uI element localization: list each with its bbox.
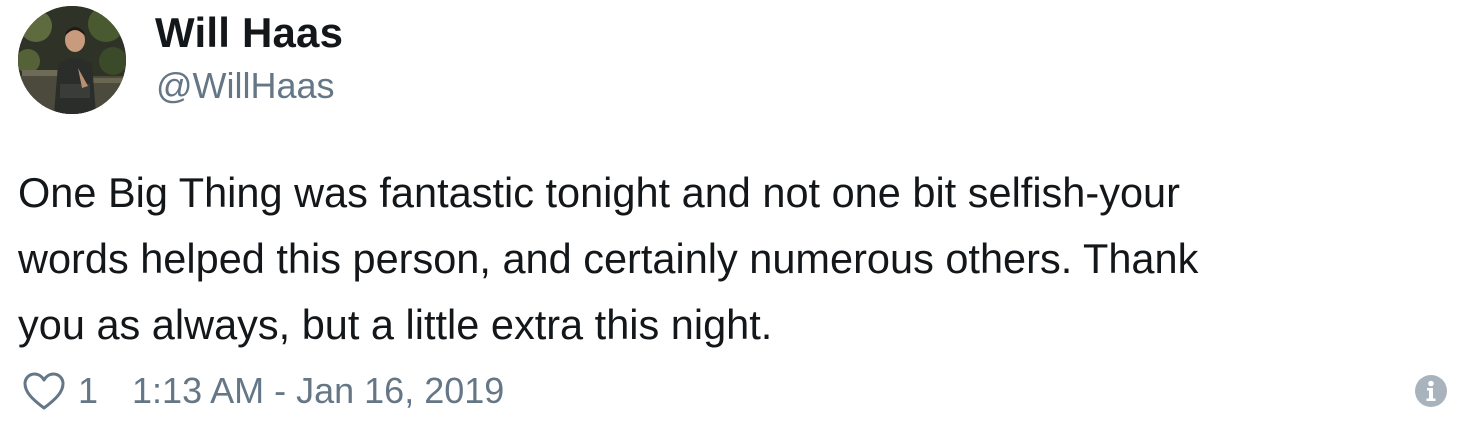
tweet-footer: 1 1:13 AM - Jan 16, 2019 [22,366,504,416]
tweet-card: Will Haas @WillHaas One Big Thing was fa… [0,0,1460,430]
avatar[interactable] [18,6,126,114]
tweet-text-line: you as always, but a little extra this n… [18,301,773,348]
heart-icon[interactable] [22,371,66,411]
tweet-timestamp[interactable]: 1:13 AM - Jan 16, 2019 [132,370,504,412]
author-display-name[interactable]: Will Haas [155,12,343,54]
avatar-photo [18,6,126,114]
like-count: 1 [78,370,99,411]
tweet-text: One Big Thing was fantastic tonight and … [18,160,1438,358]
tweet-text-line: words helped this person, and certainly … [18,235,1199,282]
author-handle[interactable]: @WillHaas [156,68,335,104]
tweet-text-line: One Big Thing was fantastic tonight and … [18,169,1180,216]
info-icon[interactable] [1414,374,1448,408]
